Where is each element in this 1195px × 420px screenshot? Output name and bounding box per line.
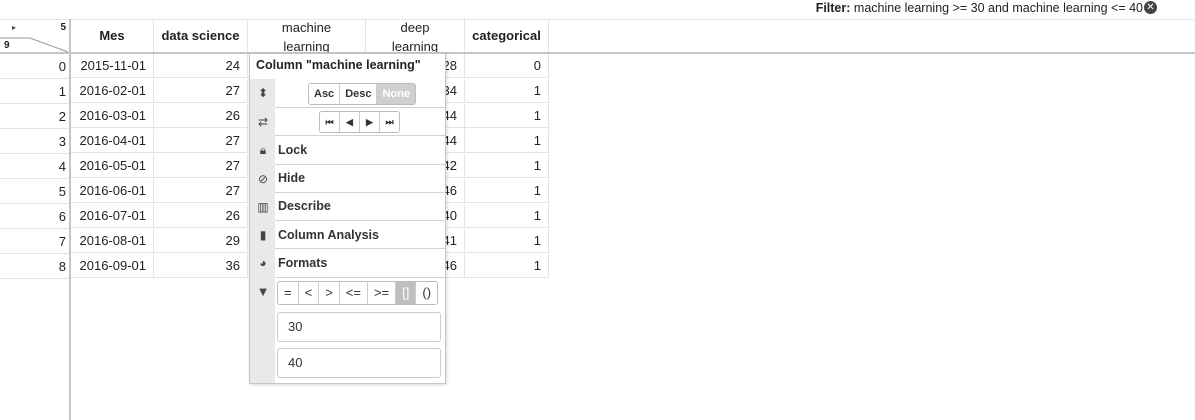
header-categorical[interactable]: categorical: [465, 20, 549, 52]
grid-corner: ▸ 5 9: [0, 20, 69, 53]
eye-slash-icon: ⊘: [257, 172, 269, 186]
cell-categorical[interactable]: 1: [465, 154, 549, 178]
filter-bar: Filter: machine learning >= 30 and machi…: [0, 0, 1195, 18]
cell-categorical[interactable]: 1: [465, 229, 549, 253]
column-analysis-menu-item[interactable]: Column Analysis: [278, 228, 379, 242]
corner-arrow-icon[interactable]: ▸: [12, 23, 16, 32]
sort-buttons: Asc Desc None: [308, 83, 416, 105]
cell-data-science[interactable]: 26: [154, 104, 248, 128]
lock-icon: 🔒︎: [259, 143, 267, 157]
cell-data-science[interactable]: 24: [154, 54, 248, 78]
sort-asc-button[interactable]: Asc: [309, 84, 341, 104]
cell-data-science[interactable]: 27: [154, 129, 248, 153]
filter-expression: machine learning >= 30 and machine learn…: [853, 1, 1143, 15]
header-deep-learning[interactable]: deep learning: [366, 18, 465, 54]
filter-description: Filter: machine learning >= 30 and machi…: [816, 1, 1143, 15]
filter-max-input[interactable]: 40: [277, 348, 441, 378]
cell-categorical[interactable]: 1: [465, 179, 549, 203]
header-machine-learning[interactable]: machine learning: [248, 18, 366, 54]
menu-separator: [275, 135, 445, 136]
move-right-button[interactable]: ▶: [360, 112, 380, 132]
move-left-button[interactable]: ◀: [340, 112, 360, 132]
filter-op-button[interactable]: =: [278, 282, 299, 304]
sort-icon: ⬍: [257, 86, 269, 100]
move-last-button[interactable]: ⏭: [380, 112, 399, 132]
lock-menu-item[interactable]: Lock: [278, 143, 307, 157]
column-count: 5: [60, 22, 66, 33]
menu-separator: [275, 192, 445, 193]
filter-op-button[interactable]: <=: [339, 282, 368, 304]
menu-separator: [275, 107, 445, 108]
menu-separator: [275, 164, 445, 165]
row-index: 6: [58, 209, 66, 224]
column-menu: Column "machine learning" ⬍ Asc Desc Non…: [249, 53, 446, 384]
menu-separator: [275, 277, 445, 278]
header-mes[interactable]: Mes: [71, 20, 154, 52]
move-buttons: ⏮ ◀ ▶ ⏭: [319, 111, 400, 133]
filter-operator-buttons: = < > <= >=[](): [277, 281, 439, 305]
row-index: 7: [58, 234, 66, 249]
cell-categorical[interactable]: 1: [465, 254, 549, 278]
filter-min-input[interactable]: 30: [277, 312, 441, 342]
row-count: 9: [4, 40, 10, 51]
cell-mes[interactable]: 2016-05-01: [71, 154, 154, 178]
filter-op-button[interactable]: (): [416, 282, 438, 304]
filter-op-button[interactable]: >=: [367, 282, 397, 304]
cell-data-science[interactable]: 36: [154, 254, 248, 278]
palette-icon: ◕: [259, 256, 267, 270]
cell-mes[interactable]: 2016-04-01: [71, 129, 154, 153]
filter-op-button[interactable]: <: [298, 282, 320, 304]
row-index: 3: [58, 134, 66, 149]
move-column-icon: ⇄: [257, 115, 269, 129]
cell-data-science[interactable]: 27: [154, 79, 248, 103]
cell-data-science[interactable]: 29: [154, 229, 248, 253]
row-index: 8: [58, 259, 66, 274]
header-data-science[interactable]: data science: [154, 20, 248, 52]
cell-data-science[interactable]: 26: [154, 204, 248, 228]
cell-mes[interactable]: 2016-07-01: [71, 204, 154, 228]
bar-chart-icon: ▮: [259, 228, 267, 242]
row-index: 1: [58, 84, 66, 99]
filter-icon: ▼: [256, 284, 270, 299]
row-index: 2: [58, 109, 66, 124]
sort-desc-button[interactable]: Desc: [340, 84, 378, 104]
cell-categorical[interactable]: 1: [465, 129, 549, 153]
cell-data-science[interactable]: 27: [154, 179, 248, 203]
move-first-button[interactable]: ⏮: [320, 112, 340, 132]
cell-mes[interactable]: 2016-09-01: [71, 254, 154, 278]
row-index: 5: [58, 184, 66, 199]
columns-icon: ▥: [257, 200, 269, 214]
filter-label: Filter:: [815, 1, 851, 15]
cell-mes[interactable]: 2016-02-01: [71, 79, 154, 103]
cell-data-science[interactable]: 27: [154, 154, 248, 178]
cell-categorical[interactable]: 0: [465, 54, 549, 78]
cell-categorical[interactable]: 1: [465, 79, 549, 103]
describe-menu-item[interactable]: Describe: [278, 199, 331, 213]
corner-diagonal: [0, 37, 69, 53]
sort-none-button[interactable]: None: [377, 84, 415, 104]
row-index: 0: [58, 59, 66, 74]
column-menu-title: Column "machine learning": [256, 58, 421, 72]
cell-mes[interactable]: 2015-11-01: [71, 54, 154, 78]
filter-op-button[interactable]: >: [319, 282, 340, 304]
close-circle-icon[interactable]: ✕: [1144, 1, 1157, 14]
cell-mes[interactable]: 2016-06-01: [71, 179, 154, 203]
hide-menu-item[interactable]: Hide: [278, 171, 305, 185]
cell-categorical[interactable]: 1: [465, 104, 549, 128]
cell-mes[interactable]: 2016-03-01: [71, 104, 154, 128]
menu-separator: [275, 248, 445, 249]
cell-categorical[interactable]: 1: [465, 204, 549, 228]
row-index: 4: [58, 159, 66, 174]
menu-separator: [275, 220, 445, 221]
cell-mes[interactable]: 2016-08-01: [71, 229, 154, 253]
filter-op-button[interactable]: []: [396, 282, 417, 304]
formats-menu-item[interactable]: Formats: [278, 256, 327, 270]
